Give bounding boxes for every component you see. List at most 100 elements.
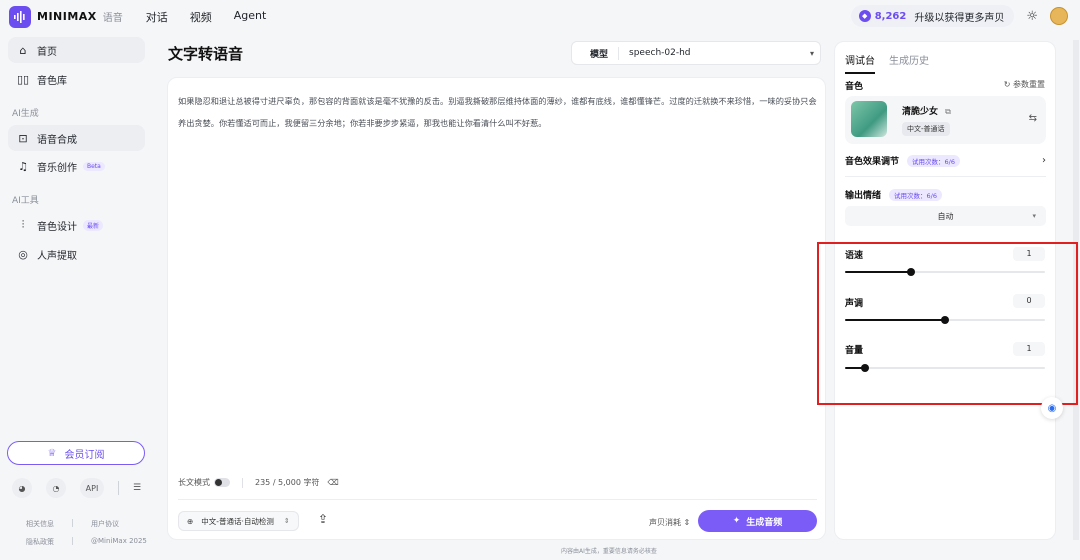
footer-privacy-link[interactable]: 隐私政策 [26, 537, 54, 547]
emotion-select[interactable]: 自动 ▾ [845, 206, 1046, 226]
chevron-updown-icon: ⇕ [283, 517, 290, 525]
vip-label: 会员订阅 [64, 449, 105, 461]
sidebar-item-home[interactable]: ⌂ 首页 [8, 37, 145, 63]
top-nav: 对话 视频 Agent [146, 9, 289, 25]
copy-icon[interactable]: ⧉ [945, 107, 951, 116]
sidebar: ⌂ 首页 ▯▯ 音色库 AI生成 ⊡ 语音合成 ♫ 音乐创作 Beta AI工具… [0, 33, 153, 560]
editor-stats: 长文模式 235 / 5,000 字符 ⌫ [178, 477, 339, 488]
tab-debug[interactable]: 调试台 [845, 52, 875, 74]
footer-terms-link[interactable]: 用户协议 [91, 519, 119, 529]
voice-name-text: 清脆少女 [902, 107, 939, 117]
section-ai-gen: AI生成 [12, 109, 39, 119]
nav-chat[interactable]: 对话 [146, 9, 168, 25]
generate-audio-button[interactable]: ✦ 生成音频 [698, 510, 817, 532]
generate-label: 生成音频 [746, 517, 783, 528]
brand-sub: 语音 [102, 13, 123, 24]
credits-count: 8,262 [874, 10, 907, 22]
emotion-row: 输出情绪 试用次数：6/6 [845, 188, 942, 201]
divider [118, 481, 119, 495]
assistant-float-icon[interactable]: ◉ [1041, 397, 1063, 419]
footer-row-2: 隐私政策 @MiniMax 2025 [26, 537, 147, 547]
vip-subscribe-button[interactable]: ♕ 会员订阅 [7, 441, 145, 465]
language-select[interactable]: ⊕ 中文-普通话·自动检测 ⇕ [178, 511, 299, 531]
home-icon: ⌂ [19, 43, 27, 57]
crown-icon: ♕ [47, 447, 57, 459]
long-mode-toggle[interactable] [214, 478, 230, 487]
cost-select[interactable]: 声贝消耗 ⇕ [649, 517, 690, 528]
reset-label: 参数重置 [1013, 80, 1045, 89]
divider [72, 519, 73, 527]
social-links: ◕ ◔ API ☰ [12, 478, 141, 498]
voice-effect-row[interactable]: 音色效果调节 试用次数：6/6 › [845, 154, 1046, 167]
voice-thumbnail [851, 101, 887, 137]
equalizer-icon: ⫶ [21, 218, 25, 231]
sparkle-icon: ✦ [732, 516, 741, 526]
credits-badge[interactable]: ◆ 8,262 升级以获得更多声贝 [850, 5, 1015, 27]
sidebar-item-music[interactable]: ♫ 音乐创作 Beta [8, 153, 145, 179]
api-link[interactable]: API [80, 478, 104, 498]
panel-tabs: 调试台 生成历史 [845, 52, 929, 74]
tab-history[interactable]: 生成历史 [889, 52, 929, 74]
model-label: 模型 [572, 46, 620, 60]
footer-copyright: @MiniMax 2025 [91, 537, 147, 545]
globe-icon: ⊕ [187, 516, 194, 526]
trial-badge: 试用次数：6/6 [889, 188, 942, 201]
ai-disclaimer: 内容由AI生成，重要信息请务必核查 [561, 548, 657, 555]
nav-agent[interactable]: Agent [234, 9, 267, 25]
voice-label: 音色 [845, 82, 864, 92]
music-note-icon: ♫ [18, 159, 28, 173]
language-value: 中文-普通话·自动检测 [201, 516, 274, 526]
library-icon: ▯▯ [16, 72, 30, 86]
vocal-icon: ◎ [18, 247, 28, 261]
theme-toggle-icon[interactable]: ☼ [1026, 9, 1038, 24]
divider [72, 537, 73, 545]
brand-name: MINIMAX [37, 10, 97, 23]
chevron-right-icon: › [1042, 155, 1046, 166]
upload-icon[interactable]: ⇪ [318, 512, 328, 526]
divider [178, 499, 817, 500]
annotation-highlight-box [817, 242, 1078, 405]
effect-label: 音色效果调节 [845, 157, 900, 167]
model-select[interactable]: 模型 speech-02-hd ▾ [571, 41, 821, 65]
sidebar-item-speech-synthesis[interactable]: ⊡ 语音合成 [8, 125, 145, 151]
menu-icon[interactable]: ☰ [133, 483, 141, 493]
sidebar-item-label: 首页 [37, 46, 57, 58]
footer-info-link[interactable]: 相关信息 [26, 519, 54, 529]
voice-card[interactable]: 清脆少女 ⧉ 中文-普通话 ⇆ [845, 96, 1046, 144]
coin-icon: ◆ [858, 10, 871, 22]
text-input[interactable]: 如果隐忍和退让总被得寸进尺辜负，那包容的背面就该是毫不犹豫的反击。别逼我撕破那层… [178, 90, 818, 134]
sidebar-item-voice-design[interactable]: ⫶ 音色设计 最新 [8, 212, 145, 238]
long-mode-label: 长文模式 [178, 478, 210, 487]
wechat-icon[interactable]: ◔ [46, 478, 66, 498]
new-badge: 最新 [83, 219, 104, 231]
sidebar-item-label: 音色库 [37, 75, 67, 87]
waveform-icon [9, 5, 31, 28]
page-title: 文字转语音 [168, 45, 244, 63]
footer-row-1: 相关信息 用户协议 [26, 519, 119, 529]
sidebar-item-label: 音乐创作 [37, 162, 77, 174]
avatar[interactable] [1050, 7, 1068, 25]
top-bar: MINIMAX 语音 对话 视频 Agent ◆ 8,262 升级以获得更多声贝… [0, 0, 1080, 33]
swap-icon[interactable]: ⇆ [1029, 113, 1037, 124]
sidebar-item-voice-library[interactable]: ▯▯ 音色库 [8, 66, 145, 92]
model-value: speech-02-hd [629, 48, 691, 58]
voice-name: 清脆少女 ⧉ [902, 104, 951, 117]
sidebar-item-label: 音色设计 [37, 221, 77, 233]
discord-icon[interactable]: ◕ [12, 478, 32, 498]
logo[interactable]: MINIMAX 语音 [9, 5, 123, 28]
reset-button[interactable]: ↻ 参数重置 [1004, 79, 1045, 90]
cost-label: 声贝消耗 [649, 518, 681, 527]
top-right-actions: ◆ 8,262 升级以获得更多声贝 ☼ [850, 5, 1068, 27]
nav-video[interactable]: 视频 [190, 9, 212, 25]
sidebar-item-label: 语音合成 [37, 134, 77, 146]
divider [242, 477, 243, 488]
speech-icon: ⊡ [18, 131, 28, 145]
text-editor: 如果隐忍和退让总被得寸进尺辜负，那包容的背面就该是毫不犹豫的反击。别逼我撕破那层… [167, 77, 826, 540]
voice-tag: 中文-普通话 [902, 122, 950, 136]
clear-icon[interactable]: ⌫ [328, 478, 339, 487]
upgrade-link[interactable]: 升级以获得更多声贝 [914, 9, 1004, 24]
chevron-down-icon: ▾ [1032, 212, 1036, 220]
char-count: 235 / 5,000 字符 [255, 478, 320, 487]
sidebar-item-vocal-extract[interactable]: ◎ 人声提取 [8, 241, 145, 267]
sidebar-item-label: 人声提取 [37, 250, 77, 262]
